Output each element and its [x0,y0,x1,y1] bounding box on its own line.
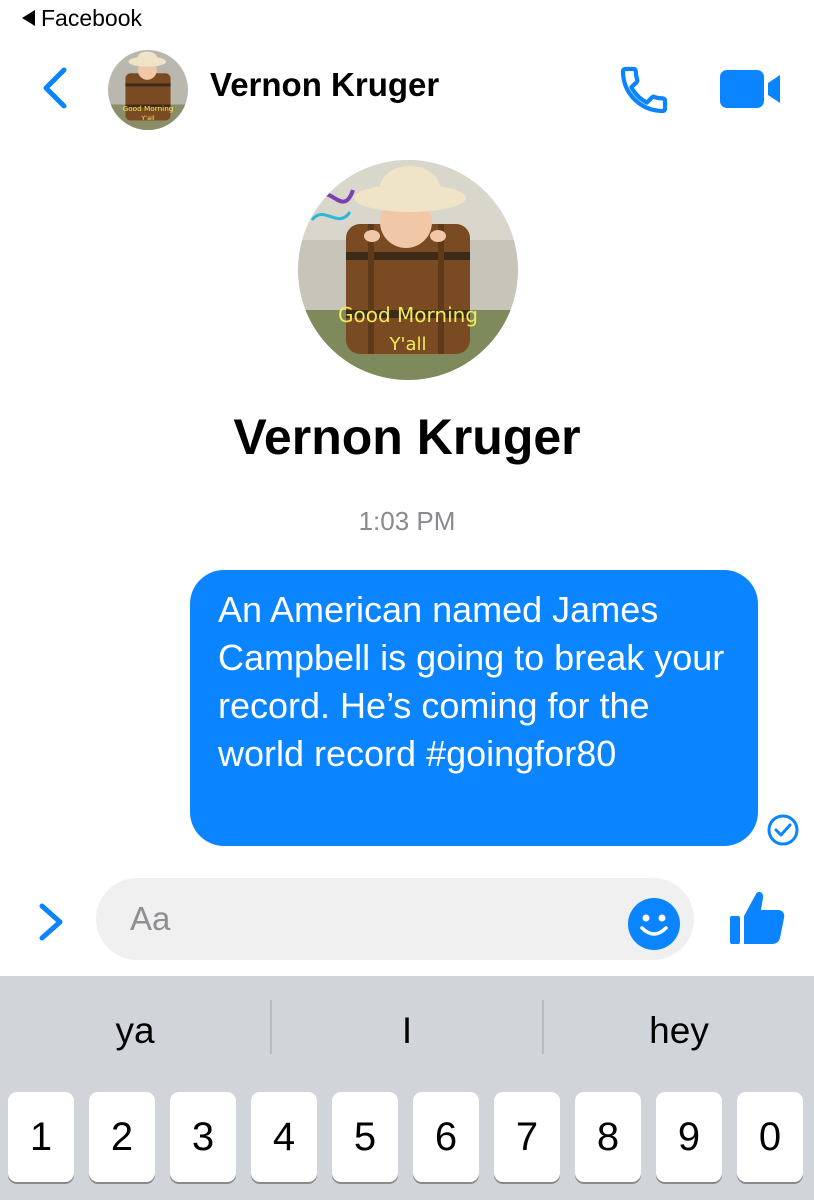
message-timestamp: 1:03 PM [358,506,456,536]
key-1[interactable]: 1 [8,1092,74,1182]
key-7[interactable]: 7 [494,1092,560,1182]
header-contact-name[interactable]: Vernon Kruger [210,66,439,104]
message-input-placeholder: Aa [130,900,171,937]
prediction-3[interactable]: hey [544,976,814,1086]
key-9[interactable]: 9 [656,1092,722,1182]
delivered-check-icon [765,812,801,848]
expand-actions-button[interactable] [34,900,70,944]
key-4[interactable]: 4 [251,1092,317,1182]
keyboard: ya I hey 1 2 3 4 5 6 7 8 9 0 [0,976,814,1200]
video-call-button[interactable] [718,66,784,112]
svg-text:Y'all: Y'all [140,114,155,122]
key-6[interactable]: 6 [413,1092,479,1182]
contact-profile-picture[interactable]: Good Morning Y'all [298,160,518,380]
smiley-icon [628,898,680,950]
prediction-1[interactable]: ya [0,976,270,1086]
svg-text:Good Morning: Good Morning [123,104,174,113]
key-8[interactable]: 8 [575,1092,641,1182]
back-app-label: Facebook [41,4,143,31]
back-to-facebook-link[interactable]: Facebook [22,4,142,32]
key-2[interactable]: 2 [89,1092,155,1182]
emoji-button[interactable] [626,896,682,952]
key-3[interactable]: 3 [170,1092,236,1182]
video-camera-icon [720,70,780,108]
status-bar: Facebook [0,0,814,38]
voice-call-button[interactable] [616,62,672,118]
avatar-caption-line1: Good Morning [338,303,478,327]
back-triangle-icon [22,10,35,26]
thumbs-up-icon [730,891,785,944]
key-5[interactable]: 5 [332,1092,398,1182]
chevron-left-icon [43,67,67,109]
contact-avatar-small[interactable]: Good Morning Y'all [108,50,188,130]
predictive-text-bar: ya I hey [0,976,814,1086]
conversation-header: Good Morning Y'all Vernon Kruger [0,44,814,136]
key-0[interactable]: 0 [737,1092,803,1182]
chevron-right-icon [39,903,63,941]
prediction-2[interactable]: I [272,976,542,1086]
like-button[interactable] [726,886,788,948]
sent-message-bubble[interactable]: An American named James Campbell is goin… [190,570,758,846]
message-input[interactable]: Aa [96,878,694,960]
avatar-caption-line2: Y'all [389,334,427,355]
phone-icon [620,66,668,114]
back-button[interactable] [36,66,76,110]
message-text: An American named James Campbell is goin… [218,589,725,774]
profile-name: Vernon Kruger [233,409,581,465]
